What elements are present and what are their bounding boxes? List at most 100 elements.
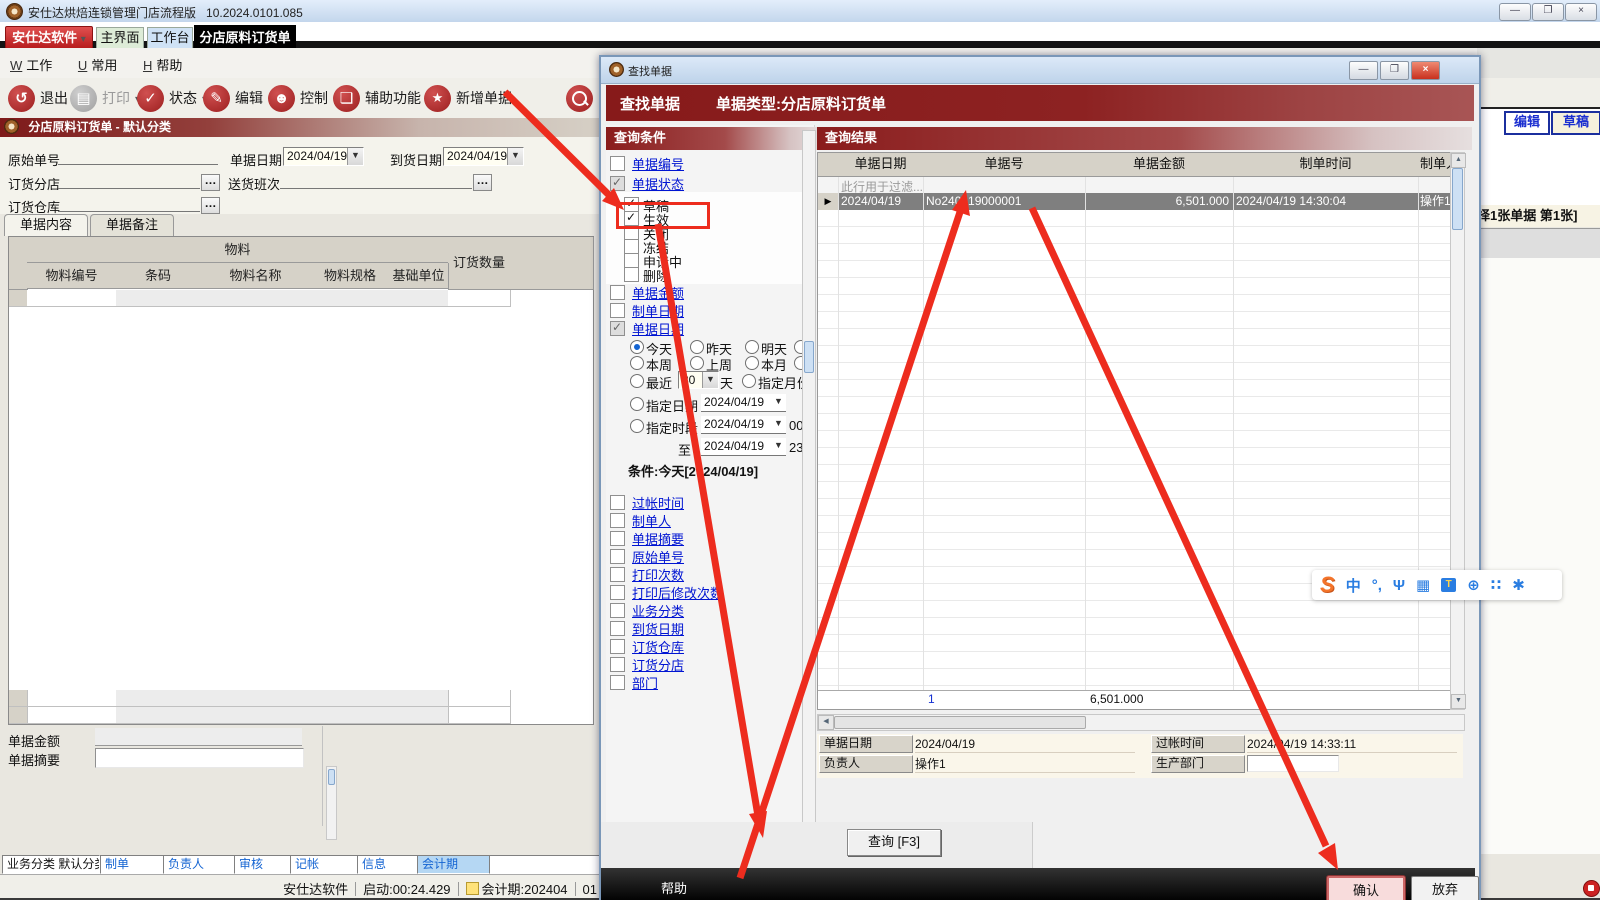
radio-this-month[interactable] [745, 356, 759, 370]
radio-this-week[interactable] [630, 356, 644, 370]
row-selector-cell[interactable] [9, 290, 28, 307]
scrollbar-thumb[interactable] [1452, 168, 1463, 230]
doc-no-link[interactable]: 单据编号 [632, 154, 684, 173]
grid-cell[interactable] [448, 290, 511, 307]
control-button[interactable]: 控制 [268, 82, 338, 114]
toolbox-icon[interactable]: ⊕ [1467, 576, 1480, 594]
side-draft-button[interactable]: 草稿 [1551, 111, 1600, 135]
shift-input[interactable] [280, 173, 472, 189]
dialog-maximize-button[interactable]: ❐ [1380, 61, 1409, 80]
radio-specified-date[interactable] [630, 397, 644, 411]
restore-button[interactable]: ❐ [1532, 3, 1564, 21]
new-document-button[interactable]: 新增单据 [424, 82, 512, 114]
cancel-button[interactable]: 放弃 [1411, 876, 1479, 900]
microphone-icon[interactable]: Ψ [1393, 577, 1405, 594]
doc-no-checkbox[interactable] [610, 156, 625, 171]
results-vscrollbar[interactable]: ▲ ▼ [1450, 152, 1466, 710]
warehouse-input[interactable] [58, 196, 200, 212]
column-header[interactable]: 物料名称 [200, 263, 312, 289]
maker-checkbox[interactable] [610, 513, 625, 528]
doc-summary-checkbox[interactable] [610, 531, 625, 546]
grid-cell[interactable] [116, 707, 201, 724]
menu-common[interactable]: U 常用 [78, 55, 117, 74]
arrive-date-link[interactable]: 到货日期 [632, 619, 684, 638]
segment-owner[interactable]: 负责人 [163, 855, 235, 874]
business-category-checkbox[interactable] [610, 603, 625, 618]
order-warehouse-checkbox[interactable] [610, 639, 625, 654]
status-closed-checkbox[interactable] [624, 225, 639, 240]
grid-cell[interactable] [389, 290, 449, 307]
tray-icon[interactable] [1583, 880, 1600, 897]
footer-scrollbar[interactable] [326, 766, 337, 840]
segment-period[interactable]: 会计期 [417, 855, 490, 874]
results-hscrollbar[interactable]: ◀ [817, 714, 1465, 731]
row-selector-cell[interactable] [9, 707, 28, 724]
post-time-link[interactable]: 过帐时间 [632, 493, 684, 512]
column-header[interactable]: 单据号 [923, 153, 1086, 177]
chevron-down-icon[interactable]: ▼ [771, 416, 786, 433]
status-deleted-checkbox[interactable] [624, 267, 639, 282]
confirm-button[interactable]: 确认 [1327, 876, 1405, 900]
menu-help[interactable]: H 帮助 [143, 55, 182, 74]
status-button[interactable]: 状态 [137, 82, 207, 114]
segment-audit[interactable]: 审核 [234, 855, 291, 874]
range-from-date-select[interactable]: 2024/04/19 ▼ [701, 416, 786, 434]
qty-column-header[interactable]: 订货数量 [448, 237, 511, 290]
grid-icon[interactable]: ∷ [1491, 576, 1501, 594]
grid-cell[interactable] [389, 707, 449, 724]
grid-cell[interactable] [448, 707, 511, 724]
column-header[interactable]: 条码 [116, 263, 201, 289]
department-link[interactable]: 部门 [632, 673, 658, 692]
modified-after-print-checkbox[interactable] [610, 585, 625, 600]
department-checkbox[interactable] [610, 675, 625, 690]
make-date-link[interactable]: 制单日期 [632, 301, 684, 320]
grid-cell[interactable] [311, 690, 390, 707]
make-date-checkbox[interactable] [610, 303, 625, 318]
original-no-checkbox[interactable] [610, 549, 625, 564]
conditions-scrollbar[interactable] [802, 130, 816, 824]
segment-book[interactable]: 记帐 [290, 855, 358, 874]
grid-cell[interactable] [27, 290, 117, 307]
ime-punctuation-icon[interactable]: °, [1372, 577, 1382, 594]
print-count-checkbox[interactable] [610, 567, 625, 582]
original-no-link[interactable]: 原始单号 [632, 547, 684, 566]
column-header[interactable]: 物料编号 [27, 263, 117, 289]
grid-cell[interactable] [389, 690, 449, 707]
chevron-down-icon[interactable]: ▼ [771, 438, 786, 455]
amount-link[interactable]: 单据金额 [632, 283, 684, 302]
grid-cell[interactable] [311, 290, 390, 307]
ime-mode-icon[interactable]: 中 [1346, 575, 1361, 596]
branch-input[interactable] [58, 173, 200, 189]
keyboard-icon[interactable]: ▦ [1416, 576, 1430, 594]
aux-functions-button[interactable]: 辅助功能 [333, 82, 431, 114]
arrive-date-select[interactable]: 2024/04/19 ▼ [443, 147, 524, 166]
segment-maker[interactable]: 制单 [100, 855, 164, 874]
chevron-down-icon[interactable]: ▼ [702, 372, 718, 388]
chevron-down-icon[interactable]: ▼ [347, 148, 363, 165]
grid-cell[interactable] [311, 707, 390, 724]
dialog-minimize-button[interactable]: — [1349, 61, 1378, 80]
tab-branch-order[interactable]: 分店原料订货单 [194, 25, 296, 50]
recent-days-select[interactable]: 30 ▼ [678, 371, 719, 389]
query-button[interactable]: 查询 [F3] [847, 829, 941, 856]
grid-cell[interactable] [200, 290, 312, 307]
radio-specified-range[interactable] [630, 419, 644, 433]
doc-date-checkbox[interactable] [610, 320, 625, 336]
print-button[interactable]: 打印 [70, 82, 140, 114]
status-applying-checkbox[interactable] [624, 253, 639, 268]
doc-summary-link[interactable]: 单据摘要 [632, 529, 684, 548]
skin-icon[interactable]: T [1441, 578, 1457, 592]
modified-after-print-link[interactable]: 打印后修改次数 [632, 583, 723, 602]
summary-field[interactable] [95, 748, 304, 768]
edit-button[interactable]: 编辑 [203, 82, 273, 114]
branch-browse-button[interactable] [201, 174, 220, 191]
column-header[interactable]: 制单人 [1418, 153, 1453, 177]
menu-work[interactable]: W 工作 [10, 55, 52, 74]
dialog-titlebar[interactable]: 查找单据 — ❐ × [601, 57, 1479, 84]
grid-cell[interactable] [200, 707, 312, 724]
post-time-checkbox[interactable] [610, 495, 625, 510]
order-warehouse-link[interactable]: 订货仓库 [632, 637, 684, 656]
order-branch-checkbox[interactable] [610, 657, 625, 672]
results-empty-rows[interactable] [818, 210, 1451, 691]
status-effective-checkbox[interactable] [624, 210, 639, 226]
